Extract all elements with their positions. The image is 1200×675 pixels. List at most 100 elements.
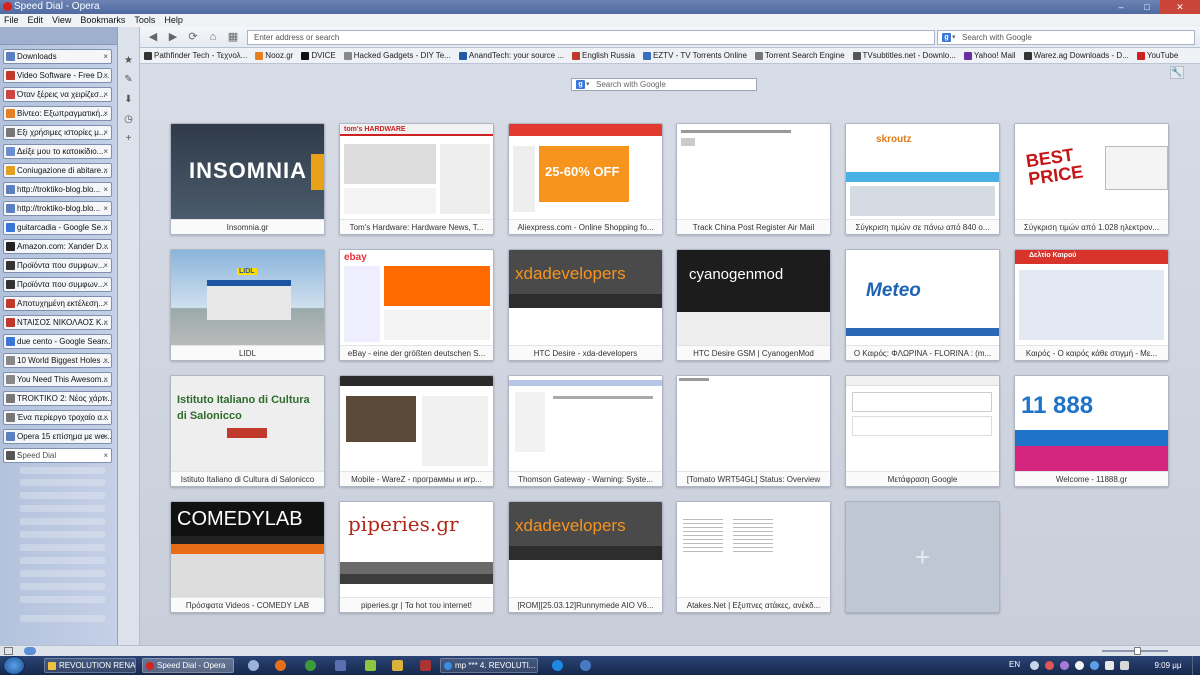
notes-panel-icon[interactable]: ✎: [123, 74, 134, 85]
speed-dial-item[interactable]: Meteo Ο Καιρός: ΦΛΩΡΙΝΑ - FLORINA : (m..…: [845, 249, 1000, 361]
menu-help[interactable]: Help: [164, 14, 183, 27]
speed-dial-item[interactable]: piperies.gr piperies.gr | Τα hot του int…: [339, 501, 494, 613]
back-icon[interactable]: ◀: [146, 30, 160, 44]
tab-item[interactable]: TROKTIKO 2: Νέος χάρτ... ×: [3, 391, 112, 406]
close-tab-icon[interactable]: ×: [103, 240, 108, 253]
tab-item[interactable]: Downloads ×: [3, 49, 112, 64]
menu-tools[interactable]: Tools: [134, 14, 155, 27]
quick-launch-icon[interactable]: [420, 660, 431, 671]
tray-icon[interactable]: [1030, 661, 1039, 670]
bookmark-item[interactable]: EZTV - TV Torrents Online: [642, 48, 747, 63]
close-tab-icon[interactable]: ×: [103, 107, 108, 120]
chevron-down-icon[interactable]: ▾: [952, 31, 956, 44]
quick-launch-icon[interactable]: [248, 660, 259, 671]
bookmark-item[interactable]: DVICE: [301, 48, 336, 63]
bookmark-item[interactable]: Nooz.gr: [255, 48, 293, 63]
tab-item[interactable]: Βίντεο: Εξωπραγματική... ×: [3, 106, 112, 121]
tab-item[interactable]: Αποτυχημένη εκτέλεση... ×: [3, 296, 112, 311]
tab-item[interactable]: due cento - Google Sear... ×: [3, 334, 112, 349]
speed-dial-item[interactable]: skroutz Σύγκριση τιμών σε πάνω από 840 ο…: [845, 123, 1000, 235]
bookmark-item[interactable]: Yahoo! Mail: [963, 48, 1016, 63]
tab-item[interactable]: http://troktiko-blog.blo... ×: [3, 201, 112, 216]
speed-dial-item[interactable]: Δελτίο Καιρού Καιρός - Ο καιρός κάθε στι…: [1014, 249, 1169, 361]
tray-icon[interactable]: [1075, 661, 1084, 670]
menu-bookmarks[interactable]: Bookmarks: [80, 14, 125, 27]
minimize-button[interactable]: –: [1108, 0, 1134, 14]
speed-dial-item[interactable]: xdadevelopers HTC Desire - xda-developer…: [508, 249, 663, 361]
speed-dial-item[interactable]: Thomson Gateway - Warning: Syste...: [508, 375, 663, 487]
quick-launch-icon[interactable]: [392, 660, 403, 671]
speed-dial-item[interactable]: xdadevelopers [ROM][25.03.12]Runnymede A…: [508, 501, 663, 613]
reload-icon[interactable]: ⟳: [186, 30, 200, 44]
bookmark-item[interactable]: TVsubtitles.net - Downlo...: [852, 48, 956, 63]
tab-item[interactable]: Όταν ξέρεις να χειρίζεσ... ×: [3, 87, 112, 102]
speed-dial-item[interactable]: Mobile - WareZ - программы и игр...: [339, 375, 494, 487]
speed-dial-item[interactable]: tom's HARDWARE Tom's Hardware: Hardware …: [339, 123, 494, 235]
bookmark-item[interactable]: YouTube: [1136, 48, 1178, 63]
volume-icon[interactable]: [1120, 661, 1129, 670]
close-tab-icon[interactable]: ×: [103, 392, 108, 405]
close-tab-icon[interactable]: ×: [103, 430, 108, 443]
bookmark-item[interactable]: English Russia: [572, 48, 635, 63]
close-tab-icon[interactable]: ×: [103, 411, 108, 424]
close-tab-icon[interactable]: ×: [103, 145, 108, 158]
close-tab-icon[interactable]: ×: [103, 88, 108, 101]
close-tab-icon[interactable]: ×: [103, 373, 108, 386]
menu-file[interactable]: File: [4, 14, 19, 27]
speed-dial-item[interactable]: Atakes.Net | Εξυπνες ατάκες, ανέκδ...: [676, 501, 831, 613]
add-panel-icon[interactable]: +: [123, 133, 134, 144]
address-field[interactable]: Enter address or search: [247, 30, 935, 45]
firefox-icon[interactable]: [275, 660, 286, 671]
chevron-down-icon[interactable]: ▾: [586, 79, 590, 90]
menu-edit[interactable]: Edit: [28, 14, 44, 27]
tray-icon[interactable]: [1045, 661, 1054, 670]
panel-toggle-icon[interactable]: [4, 647, 13, 655]
maximize-button[interactable]: □: [1134, 0, 1160, 14]
downloads-panel-icon[interactable]: ⬇: [123, 94, 134, 105]
tab-item[interactable]: Amazon.com: Xander D... ×: [3, 239, 112, 254]
tray-icon[interactable]: [1090, 661, 1099, 670]
speed-dial-item[interactable]: COMEDYLAB Πρόσφατα Videos - COMEDY LAB: [170, 501, 325, 613]
close-tab-icon[interactable]: ×: [103, 50, 108, 63]
search-field[interactable]: g ▾ Search with Google: [937, 30, 1195, 45]
configure-icon[interactable]: 🔧: [1170, 66, 1184, 79]
speed-dial-item[interactable]: LIDL LIDL: [170, 249, 325, 361]
network-icon[interactable]: [1105, 661, 1114, 670]
speed-dial-item[interactable]: Track China Post Register Air Mail: [676, 123, 831, 235]
close-tab-icon[interactable]: ×: [103, 316, 108, 329]
tab-item[interactable]: 10 World Biggest Holes ... ×: [3, 353, 112, 368]
add-speed-dial-button[interactable]: +: [845, 501, 1000, 613]
speed-dial-item[interactable]: 25-60% OFF Aliexpress.com - Online Shopp…: [508, 123, 663, 235]
tab-item[interactable]: http://troktiko-blog.blo... ×: [3, 182, 112, 197]
close-tab-icon[interactable]: ×: [103, 69, 108, 82]
taskbar-item[interactable]: REVOLUTION RENAL...: [44, 658, 136, 673]
close-tab-icon[interactable]: ×: [103, 164, 108, 177]
bookmark-item[interactable]: AnandTech: your source ...: [458, 48, 564, 63]
bookmark-item[interactable]: Torrent Search Engine: [754, 48, 845, 63]
tab-item[interactable]: Opera 15 επίσημα με we... ×: [3, 429, 112, 444]
bookmark-item[interactable]: Hacked Gadgets - DIY Te...: [343, 48, 451, 63]
opera-unite-icon[interactable]: [24, 647, 36, 655]
tab-item[interactable]: Δείξε μου το κατοικίδιο... ×: [3, 144, 112, 159]
taskbar-item[interactable]: mp *** 4. REVOLUTI...: [440, 658, 538, 673]
close-tab-icon[interactable]: ×: [103, 221, 108, 234]
close-tab-icon[interactable]: ×: [103, 259, 108, 272]
close-tab-icon[interactable]: ×: [103, 202, 108, 215]
speed-dial-item[interactable]: Μετάφραση Google: [845, 375, 1000, 487]
show-desktop-button[interactable]: [1192, 656, 1200, 675]
tab-item[interactable]: Video Software - Free D... ×: [3, 68, 112, 83]
speed-dial-item[interactable]: 11 888 Welcome - 11888.gr: [1014, 375, 1169, 487]
tab-item[interactable]: Προϊόντα που συμφων... ×: [3, 258, 112, 273]
clock[interactable]: 9:09 μμ: [1150, 661, 1186, 670]
chrome-icon[interactable]: [305, 660, 316, 671]
speed-dial-item[interactable]: INSOMNIA Insomnia.gr: [170, 123, 325, 235]
start-button[interactable]: [3, 656, 25, 675]
close-button[interactable]: ✕: [1160, 0, 1200, 14]
speed-dial-item[interactable]: BEST PRICE Σύγκριση τιμών από 1.028 ηλεκ…: [1014, 123, 1169, 235]
close-tab-icon[interactable]: ×: [103, 354, 108, 367]
bookmark-item[interactable]: Warez.ag Downloads - D...: [1023, 48, 1129, 63]
close-tab-icon[interactable]: ×: [103, 278, 108, 291]
taskbar-item[interactable]: Speed Dial - Opera: [142, 658, 234, 673]
home-icon[interactable]: ⌂: [206, 30, 220, 44]
speed-dial-icon[interactable]: ▦: [226, 30, 240, 44]
